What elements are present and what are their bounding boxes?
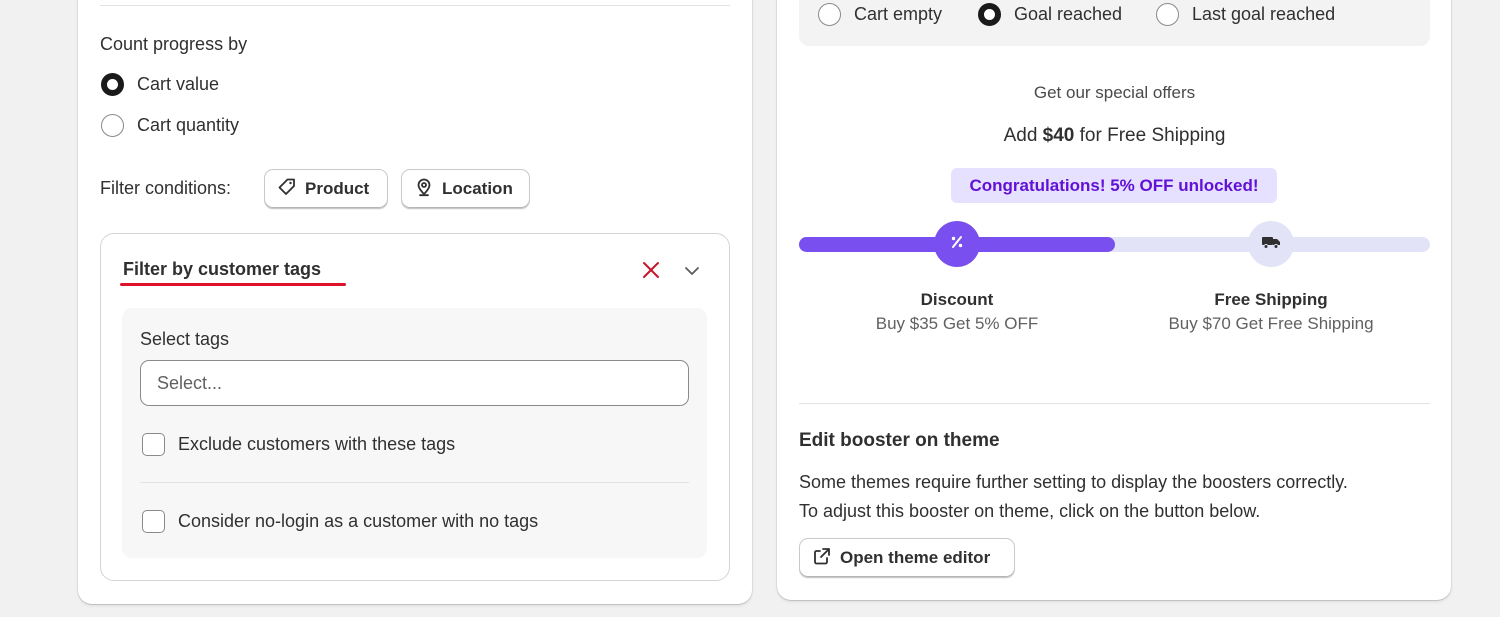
product-filter-button[interactable]: Product	[264, 169, 388, 209]
exclude-tags-label[interactable]: Exclude customers with these tags	[178, 434, 455, 455]
product-filter-label: Product	[305, 179, 370, 198]
edit-booster-description-line2: To adjust this booster on theme, click o…	[799, 501, 1261, 521]
radio-last-goal-reached[interactable]	[1156, 3, 1179, 26]
unlock-badge: Congratulations! 5% OFF unlocked!	[951, 168, 1277, 203]
percent-icon	[948, 233, 966, 256]
external-link-icon	[812, 546, 832, 571]
preview-message-suffix: for Free Shipping	[1074, 125, 1226, 146]
radio-cart-quantity[interactable]	[101, 114, 124, 137]
count-progress-label: Count progress by	[100, 34, 248, 54]
no-login-checkbox[interactable]	[142, 510, 165, 533]
preview-message-amount: $40	[1042, 125, 1075, 146]
radio-goal-reached[interactable]	[978, 3, 1001, 26]
checkbox-divider	[140, 482, 689, 483]
radio-cart-value-label[interactable]: Cart value	[137, 74, 219, 95]
section-divider	[799, 403, 1430, 404]
select-tags-placeholder: Select...	[157, 372, 223, 393]
radio-cart-empty[interactable]	[818, 3, 841, 26]
no-login-label[interactable]: Consider no-login as a customer with no …	[178, 511, 538, 532]
preview-message-prefix: Add	[1003, 125, 1043, 146]
remove-filter-icon[interactable]	[641, 260, 661, 285]
exclude-tags-checkbox[interactable]	[142, 433, 165, 456]
location-pin-icon	[414, 177, 434, 202]
filter-conditions-label: Filter conditions:	[100, 178, 232, 198]
tag-icon	[277, 177, 297, 202]
milestone-discount	[934, 221, 980, 267]
select-tags-label: Select tags	[140, 329, 230, 349]
location-filter-label: Location	[442, 179, 513, 198]
radio-cart-quantity-label[interactable]: Cart quantity	[137, 115, 239, 136]
open-theme-editor-label: Open theme editor	[840, 548, 991, 567]
milestone-discount-subtitle: Buy $35 Get 5% OFF	[875, 314, 1039, 333]
preview-message: Add $40 for Free Shipping	[799, 125, 1430, 147]
milestone-shipping-subtitle: Buy $70 Get Free Shipping	[1168, 314, 1374, 333]
preview-heading: Get our special offers	[1033, 83, 1196, 102]
milestone-shipping-title: Free Shipping	[1214, 290, 1328, 309]
milestone-free-shipping	[1248, 221, 1294, 267]
customer-tags-filter-title: Filter by customer tags	[123, 259, 322, 279]
radio-last-goal-reached-label[interactable]: Last goal reached	[1192, 4, 1335, 25]
radio-cart-empty-label[interactable]: Cart empty	[854, 4, 942, 25]
select-tags-input[interactable]: Select...	[140, 360, 689, 406]
radio-cart-value[interactable]	[101, 73, 124, 96]
open-theme-editor-button[interactable]: Open theme editor	[799, 538, 1015, 578]
edit-booster-description-line1: Some themes require further setting to d…	[799, 472, 1348, 492]
chevron-down-icon[interactable]	[683, 263, 701, 284]
radio-goal-reached-label[interactable]: Goal reached	[1014, 4, 1122, 25]
truck-icon	[1260, 233, 1282, 256]
location-filter-button[interactable]: Location	[401, 169, 530, 209]
annotation-underline	[120, 283, 346, 286]
section-divider	[100, 5, 730, 6]
edit-booster-title: Edit booster on theme	[799, 430, 1000, 451]
milestone-discount-title: Discount	[920, 290, 994, 309]
